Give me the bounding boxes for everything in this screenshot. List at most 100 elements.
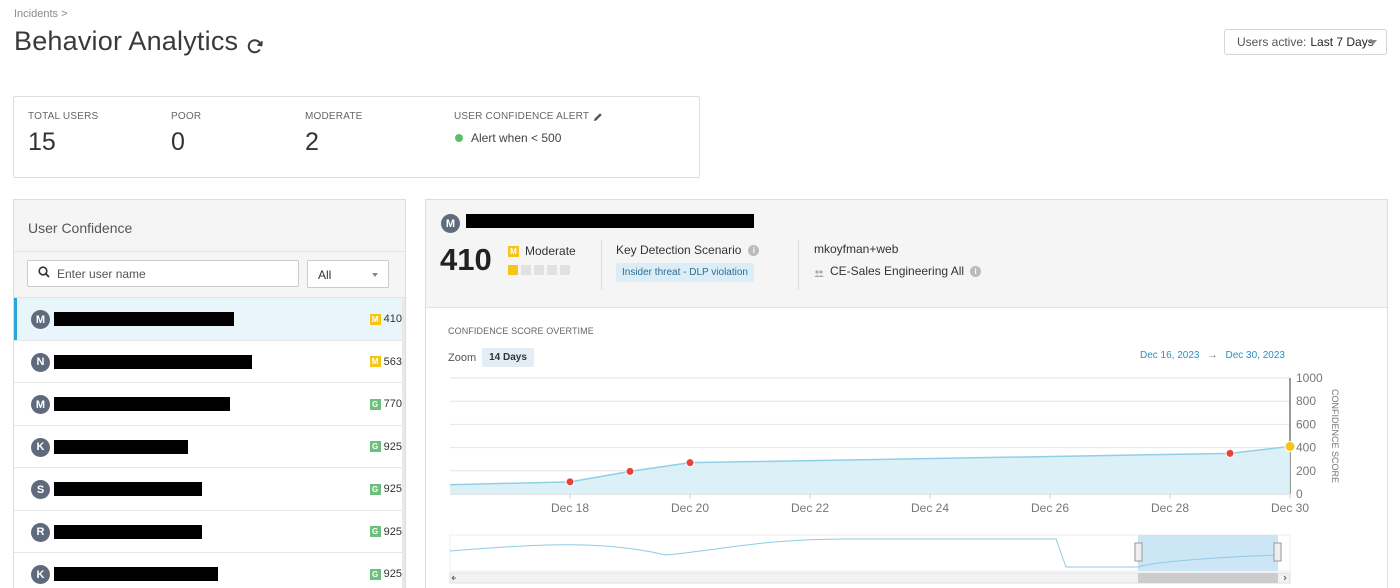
filter-value: All [318,268,332,282]
level-meter-segment [560,265,570,275]
info-icon[interactable]: i [970,265,982,277]
zoom-14-days-button[interactable]: 14 Days [482,348,534,367]
avatar: M [441,214,460,233]
redacted-email [54,482,202,496]
list-scrollbar[interactable] [402,298,405,588]
search-box[interactable] [27,260,299,287]
info-icon[interactable]: i [748,244,760,256]
users-active-value: Last 7 Days [1310,35,1374,49]
level-badge: G [369,398,381,410]
chevron-down-icon [1369,40,1377,45]
avatar: N [31,352,50,372]
level-meter-segment [534,265,544,275]
avatar: M [31,310,50,329]
users-active-dropdown[interactable]: Users active: Last 7 Days [1224,29,1387,55]
user-row[interactable]: S G 925 [14,468,402,511]
level-badge: M [369,313,381,325]
stat-confidence-alert: USER CONFIDENCE ALERT Alert when < 500 [454,111,603,145]
y-tick-label: 800 [1296,394,1316,408]
stat-label: MODERATE [305,111,363,122]
y-tick-label: 400 [1296,441,1316,455]
y-axis-label: CONFIDENCE SCORE [1330,389,1340,483]
search-icon [38,265,50,283]
kds-label: Key Detection Scenario [616,243,742,257]
user-row[interactable]: K G 925 [14,553,402,588]
y-tick-label: 0 [1296,487,1303,501]
current-point [1284,440,1296,452]
search-input[interactable] [57,266,277,281]
stat-poor: POOR 0 [171,111,201,157]
user-row[interactable]: N M 563 [14,340,402,383]
score-value: 925 [383,483,402,495]
alert-label: USER CONFIDENCE ALERT [454,111,590,122]
navigator-handle-right [1273,542,1282,562]
series-area [450,446,1290,494]
range-arrow: → [1207,350,1218,361]
level-badge: G [369,483,381,495]
redacted-email [54,439,188,454]
scenario-tag[interactable]: Insider threat - DLP violation [616,263,754,282]
level-meter-segment [521,265,531,275]
level-badge: G [369,526,381,537]
stat-label: USER CONFIDENCE ALERT [454,111,603,122]
stat-moderate: MODERATE 2 [305,111,363,157]
redacted-email [54,312,234,326]
key-detection-scenario: Key Detection Scenario i Insider threat … [616,243,760,282]
divider [798,240,799,290]
score-value: 563 [383,355,402,368]
navigator-scroll-thumb [1138,573,1278,583]
stat-total-users: TOTAL USERS 15 [28,111,98,157]
filter-select[interactable]: All [307,260,389,288]
user-confidence-panel: User Confidence All MM410NM563MG770KG925… [13,199,406,588]
divider [601,240,602,290]
breadcrumb[interactable]: Incidents > [14,8,68,20]
stat-value: 0 [171,128,185,156]
user-score: G 770 [369,398,402,410]
x-tick-label: Dec 24 [911,501,949,515]
x-tick-label: Dec 28 [1151,501,1189,515]
range-start[interactable]: Dec 16, 2023 [1140,350,1200,361]
avatar: M [31,395,50,414]
level-label: Moderate [525,244,576,258]
navigator-chart[interactable] [426,531,1386,588]
avatar: K [31,565,50,584]
score-value: 925 [383,525,402,538]
user-row[interactable]: K G 925 [14,425,402,468]
redacted-email [466,214,754,228]
user-row[interactable]: M G 770 [14,383,402,426]
stat-label: POOR [171,111,202,122]
refresh-icon[interactable] [244,33,266,55]
data-point [565,477,575,487]
level-badge: M [369,356,381,367]
x-tick-label: Dec 26 [1031,501,1069,515]
pencil-icon[interactable] [593,112,603,122]
avatar: R [31,522,50,542]
level-meter-segment [508,265,518,275]
navigator-handle-left [1134,542,1143,562]
user-row[interactable]: R G 925 [14,510,402,553]
range-end[interactable]: Dec 30, 2023 [1226,350,1286,361]
redacted-email [54,567,218,581]
zoom-control: Zoom 14 Days [448,348,534,367]
score-value: 770 [383,398,402,410]
summary-stats: TOTAL USERS 15 POOR 0 MODERATE 2 USER CO… [13,96,700,178]
user-row[interactable]: M M 410 [14,298,402,341]
user-list: M M 410 N M 563 M G 770 K G 925 S G 925 R G 925 K G 925 [14,298,402,588]
panel-title: User Confidence [14,200,405,252]
date-range: Dec 16, 2023 → Dec 30, 2023 [1140,350,1285,361]
level-meter [508,265,576,275]
group-name: CE-Sales Engineering All [830,264,965,278]
chart-title: CONFIDENCE SCORE OVERTIME [448,326,594,336]
x-tick-label: Dec 22 [791,501,829,515]
zoom-label: Zoom [448,351,477,364]
user-detail-header: M 410 M Moderate Key Detection Scenario … [426,200,1387,308]
user-search-bar: All [14,252,405,298]
stat-value: 2 [305,128,319,156]
score-value: 925 [383,440,402,453]
user-score: G 925 [369,483,402,495]
page-title-text: Behavior Analytics [14,26,239,56]
account-info: mkoyfman+web CE-Sales Engineering All i [814,242,982,278]
user-score: G 925 [369,440,402,453]
user-score: G 925 [369,525,402,538]
user-score: G 925 [369,568,402,580]
